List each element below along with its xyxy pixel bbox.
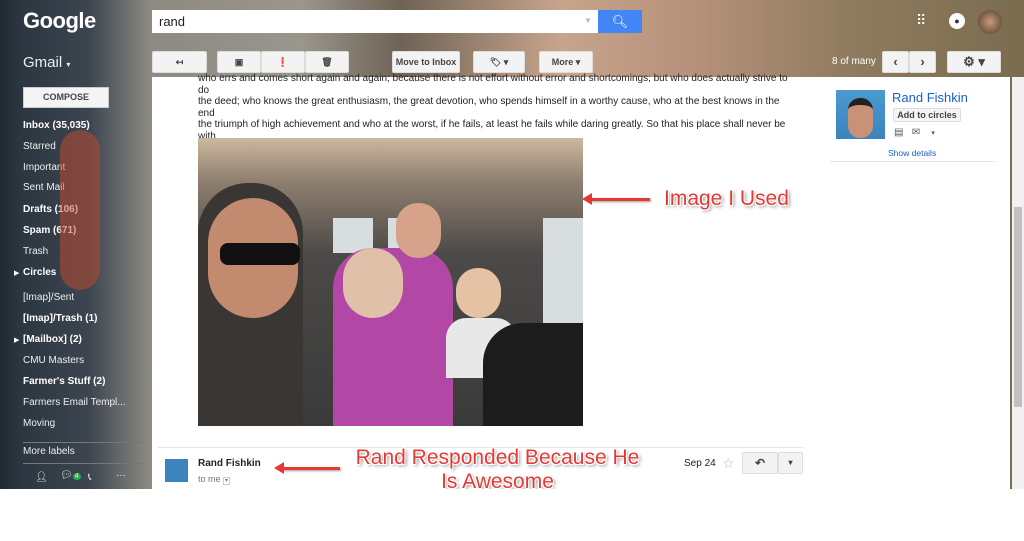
archive-button[interactable]: ▣: [217, 51, 261, 73]
scrollbar[interactable]: [1012, 77, 1024, 489]
hangouts-icon[interactable]: 💬︎ 4: [60, 470, 81, 481]
sidebar-item[interactable]: [Imap]/Sent: [23, 292, 74, 303]
search-value: rand: [159, 14, 186, 29]
sidebar-item[interactable]: Spam (671): [23, 225, 76, 236]
more-dots-icon[interactable]: ···: [116, 470, 126, 481]
sidebar-item[interactable]: Farmers Email Templ...: [23, 397, 126, 408]
profile-card-icon[interactable]: ▤: [894, 127, 903, 138]
details-dropdown-icon[interactable]: ▾: [223, 477, 231, 485]
sidebar-item[interactable]: Moving: [23, 418, 55, 429]
archive-icon: ▣: [234, 57, 244, 67]
annotation-arrow: [274, 462, 340, 474]
phone-icon[interactable]: 📞︎: [88, 472, 92, 483]
sidebar-item[interactable]: Circles: [23, 267, 56, 278]
notifications-bell-icon[interactable]: ●: [949, 13, 965, 29]
gear-icon: ⚙ ▾: [963, 54, 985, 69]
more-label: More: [551, 57, 574, 67]
sidebar-item[interactable]: Starred: [23, 141, 56, 152]
chevron-left-icon: ‹: [893, 54, 898, 69]
delete-button[interactable]: 🗑︎: [305, 51, 349, 73]
apps-grid-icon[interactable]: ⠿: [916, 12, 926, 29]
move-to-inbox-button[interactable]: Move to Inbox: [392, 51, 460, 73]
pagination-text: 8 of many: [832, 56, 876, 67]
older-button[interactable]: ›: [909, 51, 936, 73]
chevron-down-icon[interactable]: ▾: [931, 130, 935, 137]
sidebar-item[interactable]: Trash: [23, 246, 48, 257]
sidebar-item[interactable]: Drafts (106): [23, 204, 78, 215]
gmail-label: Gmail: [23, 54, 63, 71]
search-icon: 🔍︎: [611, 14, 629, 29]
reply-button[interactable]: ↶: [742, 452, 778, 474]
sender-name[interactable]: Rand Fishkin: [198, 458, 261, 469]
chevron-down-icon: ▾: [788, 458, 793, 467]
contacts-person-icon[interactable]: 👤︎: [35, 472, 48, 483]
sidebar-item[interactable]: Sent Mail: [23, 182, 65, 193]
message-pane: who errs and comes short again and again…: [152, 73, 1010, 489]
gmail-menu[interactable]: Gmail ▾: [23, 54, 70, 71]
family-selfie-image: [198, 138, 583, 426]
hangouts-badge: 4: [72, 473, 81, 480]
sidebar-item[interactable]: Important: [23, 162, 65, 173]
google-logo: Google: [23, 8, 96, 33]
quote-line: who errs and comes short again and again…: [198, 73, 788, 96]
add-to-circles-button[interactable]: Add to circles: [893, 108, 961, 122]
search-options-icon[interactable]: ▼: [584, 16, 592, 25]
annotation-line: Rand Responded Because He: [355, 446, 640, 469]
more-button[interactable]: More ▾: [539, 51, 593, 73]
sidebar-item[interactable]: [Imap]/Trash (1): [23, 313, 97, 324]
compose-button[interactable]: COMPOSE: [23, 87, 109, 108]
annotation-arrow: [582, 193, 650, 205]
recipient-text: to me: [198, 474, 221, 484]
sidebar-item[interactable]: CMU Masters: [23, 355, 84, 366]
reply-more-button[interactable]: ▾: [778, 452, 803, 474]
sidebar-item[interactable]: Farmer's Stuff (2): [23, 376, 105, 387]
annotation-image-i-used: Image I Used: [664, 187, 789, 210]
label-tag-icon: 🏷︎ ▾: [489, 57, 509, 67]
email-envelope-icon[interactable]: ✉: [912, 127, 920, 138]
annotation-line: Is Awesome: [441, 470, 554, 489]
report-spam-button[interactable]: ❗: [261, 51, 305, 73]
annotation-rand-responded: Rand Responded Because He Is Awesome: [345, 446, 650, 489]
search-input[interactable]: rand ▼: [152, 10, 598, 33]
settings-button[interactable]: ⚙ ▾: [947, 51, 1001, 73]
recipient-details[interactable]: to me ▾: [198, 474, 231, 485]
search-button[interactable]: 🔍︎: [598, 10, 642, 33]
spam-icon: ❗: [277, 57, 289, 67]
sender-avatar: [165, 459, 188, 482]
star-icon[interactable]: ☆: [722, 455, 735, 472]
newer-button[interactable]: ‹: [882, 51, 909, 73]
message-date: Sep 24: [684, 458, 716, 469]
sidebar-item[interactable]: Inbox (35,035): [23, 120, 90, 131]
sidebar-item[interactable]: [Mailbox] (2): [23, 334, 82, 345]
chevron-right-icon: ›: [920, 54, 925, 69]
gmail-window: Google Gmail ▾ rand ▼ 🔍︎ ⠿ ● ↤ ▣ ❗ 🗑︎ Mov…: [0, 0, 1024, 489]
quote-line: the deed; who knows the great enthusiasm…: [198, 96, 780, 119]
trash-icon: 🗑︎: [321, 57, 333, 67]
expand-triangle-icon[interactable]: ▶: [14, 336, 19, 344]
more-labels-link[interactable]: More labels: [23, 446, 75, 457]
contact-photo: [836, 90, 885, 139]
expand-triangle-icon[interactable]: ▶: [14, 269, 19, 277]
contact-actions: ▤ ✉ ▾: [894, 127, 935, 138]
contact-name[interactable]: Rand Fishkin: [892, 90, 968, 105]
back-button[interactable]: ↤: [152, 51, 207, 73]
account-avatar[interactable]: [978, 10, 1002, 34]
scrollbar-thumb[interactable]: [1014, 207, 1022, 407]
labels-button[interactable]: 🏷︎ ▾: [473, 51, 525, 73]
reply-icon: ↶: [754, 456, 766, 470]
back-arrow-icon: ↤: [175, 57, 184, 67]
show-details-link[interactable]: Show details: [888, 148, 936, 158]
